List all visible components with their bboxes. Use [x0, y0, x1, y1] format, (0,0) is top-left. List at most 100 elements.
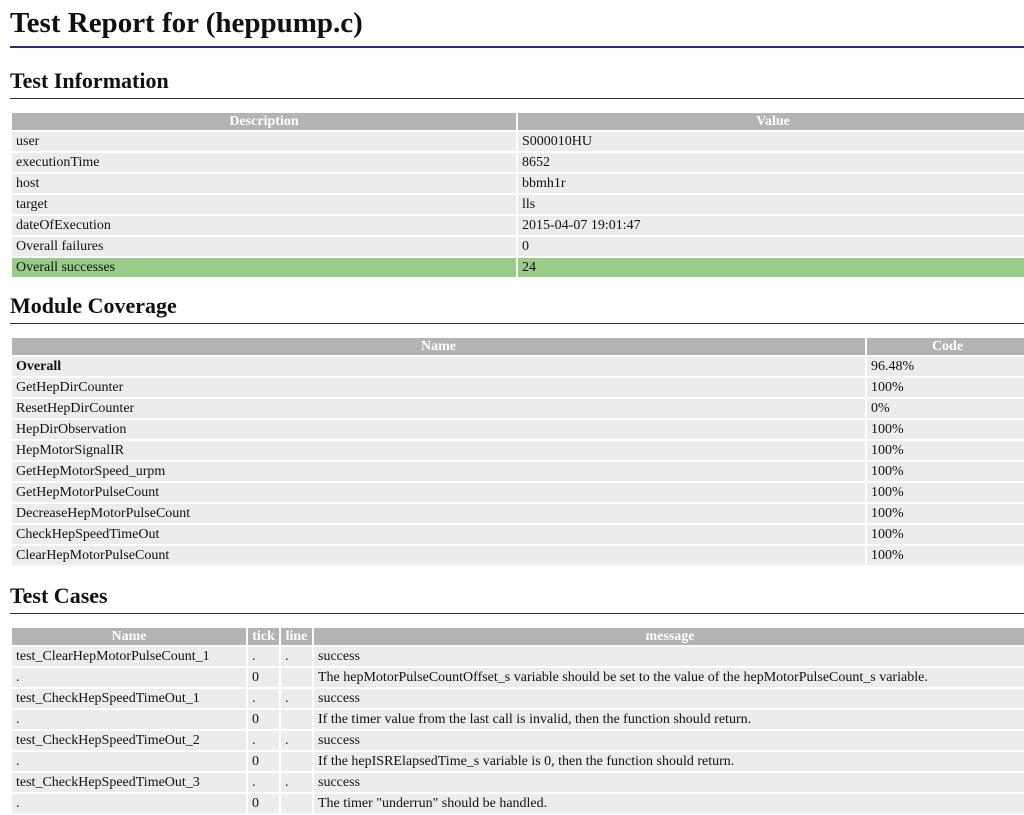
case-line [281, 668, 312, 687]
section-rule [10, 323, 1024, 324]
row-description: executionTime [12, 153, 516, 172]
section-heading-test-information: Test Information [10, 68, 169, 93]
column-header-message: message [314, 628, 1024, 645]
case-tick: . [248, 773, 279, 792]
test-information-table: Description Value user S000010HU executio… [10, 111, 1024, 279]
table-header-row: Name tick line message [12, 628, 1024, 645]
table-row: Overall 96.48% [12, 357, 1024, 376]
column-header-code: Code [867, 338, 1024, 355]
case-message: The hepMotorPulseCountOffset_s variable … [314, 668, 1024, 687]
column-header-name: Name [12, 628, 246, 645]
row-value: 0 [518, 237, 1024, 256]
row-value: lls [518, 195, 1024, 214]
case-tick: 0 [248, 794, 279, 813]
row-description: Overall successes [12, 258, 516, 277]
module-coverage-table: Name Code Overall 96.48% GetHepDirCounter… [10, 336, 1024, 567]
row-value: S000010HU [518, 132, 1024, 151]
row-code: 96.48% [867, 357, 1024, 376]
table-row: Overall failures 0 [12, 237, 1024, 256]
row-code: 100% [867, 420, 1024, 439]
case-message: If the timer value from the last call is… [314, 710, 1024, 729]
section-heading-module-coverage: Module Coverage [10, 293, 177, 318]
table-row: test_CheckHepSpeedTimeOut_2.. success [12, 731, 1024, 750]
row-name: GetHepMotorSpeed_urpm [12, 462, 865, 481]
row-name: Overall [12, 357, 865, 376]
table-header-row: Description Value [12, 113, 1024, 130]
case-message: success [314, 647, 1024, 666]
column-header-value: Value [518, 113, 1024, 130]
row-description: user [12, 132, 516, 151]
case-tick: 0 [248, 668, 279, 687]
row-description: Overall failures [12, 237, 516, 256]
table-header-row: Name Code [12, 338, 1024, 355]
case-line: . [281, 773, 312, 792]
case-tick: 0 [248, 752, 279, 771]
column-header-description: Description [12, 113, 516, 130]
table-row: . 0 If the timer value from the last call … [12, 710, 1024, 729]
table-row: GetHepDirCounter 100% [12, 378, 1024, 397]
section-rule [10, 613, 1024, 614]
case-line [281, 794, 312, 813]
table-row: GetHepMotorPulseCount 100% [12, 483, 1024, 502]
table-row: test_CheckHepSpeedTimeOut_1.. success [12, 689, 1024, 708]
case-name: test_ClearHepMotorPulseCount_1 [12, 647, 246, 666]
case-tick: 0 [248, 710, 279, 729]
row-name: HepDirObservation [12, 420, 865, 439]
case-name: test_CheckHepSpeedTimeOut_1 [12, 689, 246, 708]
case-message: success [314, 689, 1024, 708]
row-code: 100% [867, 441, 1024, 460]
table-row: GetHepMotorSpeed_urpm 100% [12, 462, 1024, 481]
table-row: . 0 If the hepISRElapsedTime_s variable is… [12, 752, 1024, 771]
table-row: CheckHepSpeedTimeOut 100% [12, 525, 1024, 544]
test-cases-table: Name tick line message test_ClearHepMoto… [10, 626, 1024, 815]
row-name: GetHepDirCounter [12, 378, 865, 397]
row-value: 2015-04-07 19:01:47 [518, 216, 1024, 235]
row-code: 100% [867, 504, 1024, 523]
case-line [281, 710, 312, 729]
row-name: ResetHepDirCounter [12, 399, 865, 418]
table-row: target lls [12, 195, 1024, 214]
row-description: host [12, 174, 516, 193]
row-name: HepMotorSignalIR [12, 441, 865, 460]
column-header-line: line [281, 628, 312, 645]
case-tick: . [248, 731, 279, 750]
table-row: . 0 The hepMotorPulseCountOffset_s variabl… [12, 668, 1024, 687]
case-tick: . [248, 647, 279, 666]
case-line: . [281, 731, 312, 750]
table-row: ResetHepDirCounter 0% [12, 399, 1024, 418]
row-code: 100% [867, 378, 1024, 397]
case-message: success [314, 773, 1024, 792]
row-value: bbmh1r [518, 174, 1024, 193]
report-page: Test Report for (heppump.c) Test Informa… [0, 0, 1024, 815]
case-name: . [12, 668, 246, 687]
table-row: executionTime 8652 [12, 153, 1024, 172]
case-line: . [281, 689, 312, 708]
table-row: test_ClearHepMotorPulseCount_1.. success [12, 647, 1024, 666]
table-row: test_CheckHepSpeedTimeOut_3.. success [12, 773, 1024, 792]
title-rule [10, 46, 1024, 48]
section-rule [10, 98, 1024, 99]
table-row: dateOfExecution 2015-04-07 19:01:47 [12, 216, 1024, 235]
row-value: 8652 [518, 153, 1024, 172]
row-code: 100% [867, 525, 1024, 544]
case-line: . [281, 647, 312, 666]
page-title: Test Report for (heppump.c) [10, 7, 363, 39]
case-message: If the hepISRElapsedTime_s variable is 0… [314, 752, 1024, 771]
case-name: test_CheckHepSpeedTimeOut_3 [12, 773, 246, 792]
table-row: HepMotorSignalIR 100% [12, 441, 1024, 460]
case-name: test_CheckHepSpeedTimeOut_2 [12, 731, 246, 750]
row-name: GetHepMotorPulseCount [12, 483, 865, 502]
row-name: DecreaseHepMotorPulseCount [12, 504, 865, 523]
table-row: . 0 The timer "underrun" should be handled… [12, 794, 1024, 813]
table-row: host bbmh1r [12, 174, 1024, 193]
column-header-name: Name [12, 338, 865, 355]
case-message: The timer "underrun" should be handled. [314, 794, 1024, 813]
row-description: dateOfExecution [12, 216, 516, 235]
case-name: . [12, 794, 246, 813]
row-code: 100% [867, 462, 1024, 481]
case-name: . [12, 752, 246, 771]
row-code: 0% [867, 399, 1024, 418]
table-row: ClearHepMotorPulseCount 100% [12, 546, 1024, 565]
column-header-tick: tick [248, 628, 279, 645]
table-row: DecreaseHepMotorPulseCount 100% [12, 504, 1024, 523]
